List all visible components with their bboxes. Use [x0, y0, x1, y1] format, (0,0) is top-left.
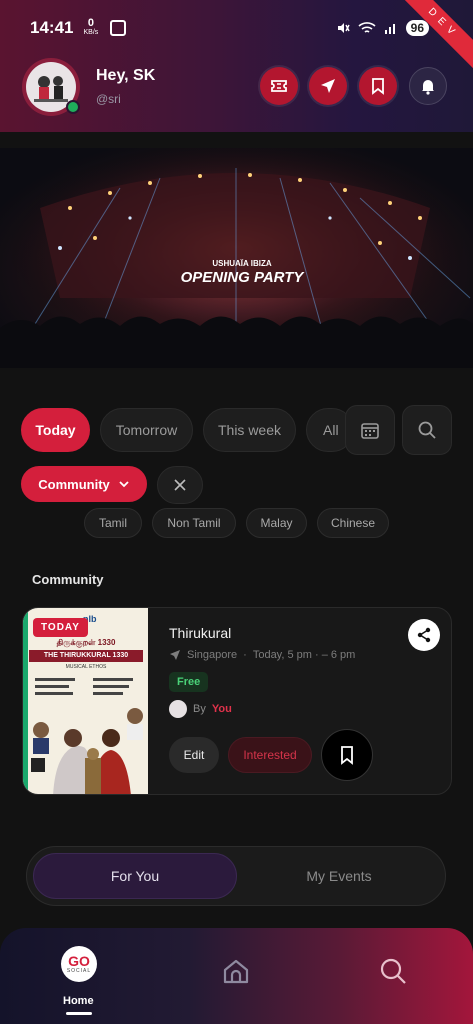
event-organizer: By You — [169, 700, 232, 718]
save-event-button[interactable] — [321, 729, 373, 781]
edit-button[interactable]: Edit — [169, 737, 219, 773]
search-icon — [380, 958, 406, 984]
app-header: 14:41 0 KB/s 96 DEV Hey, SK @sri — [0, 0, 473, 132]
greeting: Hey, SK — [96, 67, 156, 84]
signal-icon — [384, 24, 395, 34]
tab-for-you[interactable]: For You — [33, 853, 237, 899]
ticket-icon — [271, 80, 287, 92]
status-time: 14:41 — [30, 18, 74, 37]
price-badge: Free — [169, 672, 209, 692]
location-arrow-icon — [170, 650, 180, 660]
search-nav-button[interactable] — [378, 956, 408, 991]
bookmark-icon — [341, 746, 353, 765]
organizer-prefix: By — [193, 703, 206, 715]
calendar-icon — [361, 423, 379, 439]
net-speed: 0 KB/s — [83, 17, 99, 37]
featured-banner[interactable]: USHUAÏA IBIZA OPENING PARTY — [0, 148, 473, 368]
category-dropdown[interactable]: Community — [21, 466, 147, 502]
notifications-button[interactable] — [409, 67, 447, 105]
event-title: Thirukural — [169, 625, 232, 641]
bookmark-icon — [372, 78, 384, 95]
event-meta: Singapore · Today, 5 pm · – 6 pm — [169, 649, 355, 661]
events-tab-switch: For You My Events — [26, 846, 446, 906]
bottom-navigation: GO SOCIAL Home — [0, 928, 473, 1024]
section-title: Community — [32, 572, 104, 587]
banner-overlay-line2: OPENING PARTY — [181, 269, 306, 286]
share-icon — [417, 627, 431, 643]
user-handle: @sri — [96, 92, 121, 106]
battery-indicator: 96 — [405, 20, 429, 36]
app-logo-sub: SOCIAL — [66, 967, 92, 974]
event-card[interactable]: nlb திருக்குறள் 1330 THE THIRUKKURAL 133… — [22, 607, 452, 795]
home-nav-label: Home — [63, 995, 94, 1007]
clear-category-button[interactable] — [157, 466, 203, 504]
screen-capture-icon — [110, 20, 127, 36]
filter-tomorrow[interactable]: Tomorrow — [100, 408, 193, 452]
bookmarks-button[interactable] — [359, 67, 397, 105]
event-location: Singapore — [187, 649, 238, 661]
share-button[interactable] — [408, 619, 440, 651]
wifi-icon — [358, 22, 376, 33]
house-icon — [223, 959, 249, 984]
organizer-name[interactable]: You — [212, 703, 232, 715]
filter-this-week[interactable]: This week — [203, 408, 296, 452]
filter-today[interactable]: Today — [21, 408, 90, 452]
send-icon — [321, 79, 335, 93]
bell-icon — [422, 80, 434, 95]
status-bar: 14:41 0 KB/s 96 — [30, 14, 453, 42]
organizer-avatar — [169, 700, 187, 718]
app-logo: GO — [68, 952, 90, 969]
subfilter-malay[interactable]: Malay — [246, 508, 307, 538]
calendar-button[interactable] — [345, 405, 395, 455]
tickets-button[interactable] — [260, 67, 298, 105]
online-status-dot — [66, 100, 80, 114]
search-button[interactable] — [402, 405, 452, 455]
today-badge: TODAY — [33, 618, 88, 637]
search-icon — [418, 421, 436, 439]
event-time: Today, 5 pm · – 6 pm — [252, 649, 356, 661]
close-icon — [174, 479, 186, 491]
subfilter-non-tamil[interactable]: Non Tamil — [152, 508, 236, 538]
feed-nav-button[interactable] — [221, 956, 251, 991]
category-selected: Community — [38, 476, 110, 492]
home-nav-button[interactable]: GO SOCIAL — [61, 946, 97, 982]
meta-separator: · — [243, 649, 247, 661]
send-button[interactable] — [309, 67, 347, 105]
interested-button[interactable]: Interested — [228, 737, 312, 773]
active-tab-indicator — [66, 1012, 92, 1015]
tab-my-events[interactable]: My Events — [237, 853, 441, 899]
mute-icon — [337, 23, 350, 33]
banner-overlay-line1: USHUAÏA IBIZA — [212, 259, 271, 268]
chevron-down-icon — [119, 481, 129, 488]
concert-stage-image: USHUAÏA IBIZA OPENING PARTY — [0, 148, 473, 368]
event-poster: nlb திருக்குறள் 1330 THE THIRUKKURAL 133… — [23, 608, 148, 794]
subfilter-tamil[interactable]: Tamil — [84, 508, 142, 538]
subfilter-chinese[interactable]: Chinese — [317, 508, 389, 538]
